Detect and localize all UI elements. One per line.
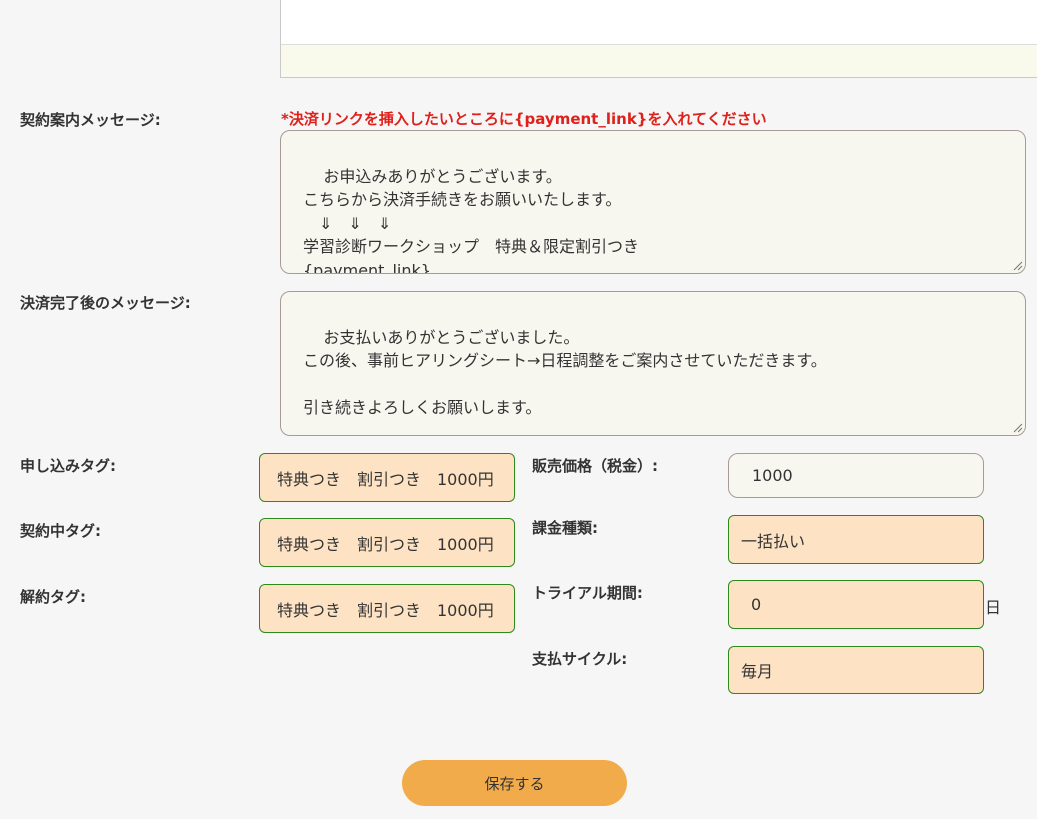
price-value: 1000 — [752, 466, 793, 485]
billing-type-select[interactable]: 一括払い — [728, 515, 984, 564]
contract-message-textarea[interactable]: お申込みありがとうございます。 こちらから決済手続きをお願いいたします。 ⇓ ⇓… — [280, 130, 1026, 274]
payment-cycle-label: 支払サイクル: — [532, 650, 628, 668]
trial-period-input[interactable]: 0 — [728, 580, 984, 629]
completion-message-textarea[interactable]: お支払いありがとうございました。 この後、事前ヒアリングシート→日程調整をご案内… — [280, 291, 1026, 436]
billing-type-label: 課金種類: — [532, 519, 598, 537]
trial-period-value: 0 — [751, 595, 762, 614]
payment-cycle-select[interactable]: 毎月 — [728, 646, 984, 694]
cancel-tag-input[interactable]: 特典つき 割引つき 1000円 — [259, 584, 515, 633]
contract-settings-form: 契約案内メッセージ: *決済リンクを挿入したいところに{payment_link… — [0, 0, 1037, 819]
apply-tag-label: 申し込みタグ: — [20, 457, 116, 475]
billing-type-value: 一括払い — [741, 531, 806, 551]
apply-tag-input[interactable]: 特典つき 割引つき 1000円 — [259, 453, 515, 502]
price-input[interactable]: 1000 — [728, 453, 984, 498]
trial-period-label: トライアル期間: — [532, 584, 643, 602]
previous-editor-content — [281, 0, 1037, 45]
resize-grip-icon[interactable] — [1011, 259, 1023, 271]
cancel-tag-label: 解約タグ: — [20, 588, 86, 606]
cancel-tag-value: 特典つき 割引つき 1000円 — [277, 600, 494, 620]
contract-message-text: お申込みありがとうございます。 こちらから決済手続きをお願いいたします。 ⇓ ⇓… — [303, 166, 640, 274]
price-label: 販売価格（税金）: — [532, 457, 658, 475]
save-button[interactable]: 保存する — [402, 760, 627, 806]
apply-tag-value: 特典つき 割引つき 1000円 — [277, 469, 494, 489]
payment-link-notice: *決済リンクを挿入したいところに{payment_link}を入れてください — [281, 110, 767, 128]
trial-period-unit: 日 — [985, 598, 1002, 617]
payment-cycle-value: 毎月 — [741, 662, 774, 681]
resize-grip-icon[interactable] — [1011, 421, 1023, 433]
completion-message-label: 決済完了後のメッセージ: — [20, 294, 191, 312]
active-tag-value: 特典つき 割引つき 1000円 — [277, 534, 494, 554]
contract-message-label: 契約案内メッセージ: — [20, 111, 161, 129]
completion-message-text: お支払いありがとうございました。 この後、事前ヒアリングシート→日程調整をご案内… — [303, 327, 827, 418]
active-tag-label: 契約中タグ: — [20, 522, 101, 540]
previous-editor[interactable] — [280, 0, 1037, 78]
active-tag-input[interactable]: 特典つき 割引つき 1000円 — [259, 518, 515, 567]
